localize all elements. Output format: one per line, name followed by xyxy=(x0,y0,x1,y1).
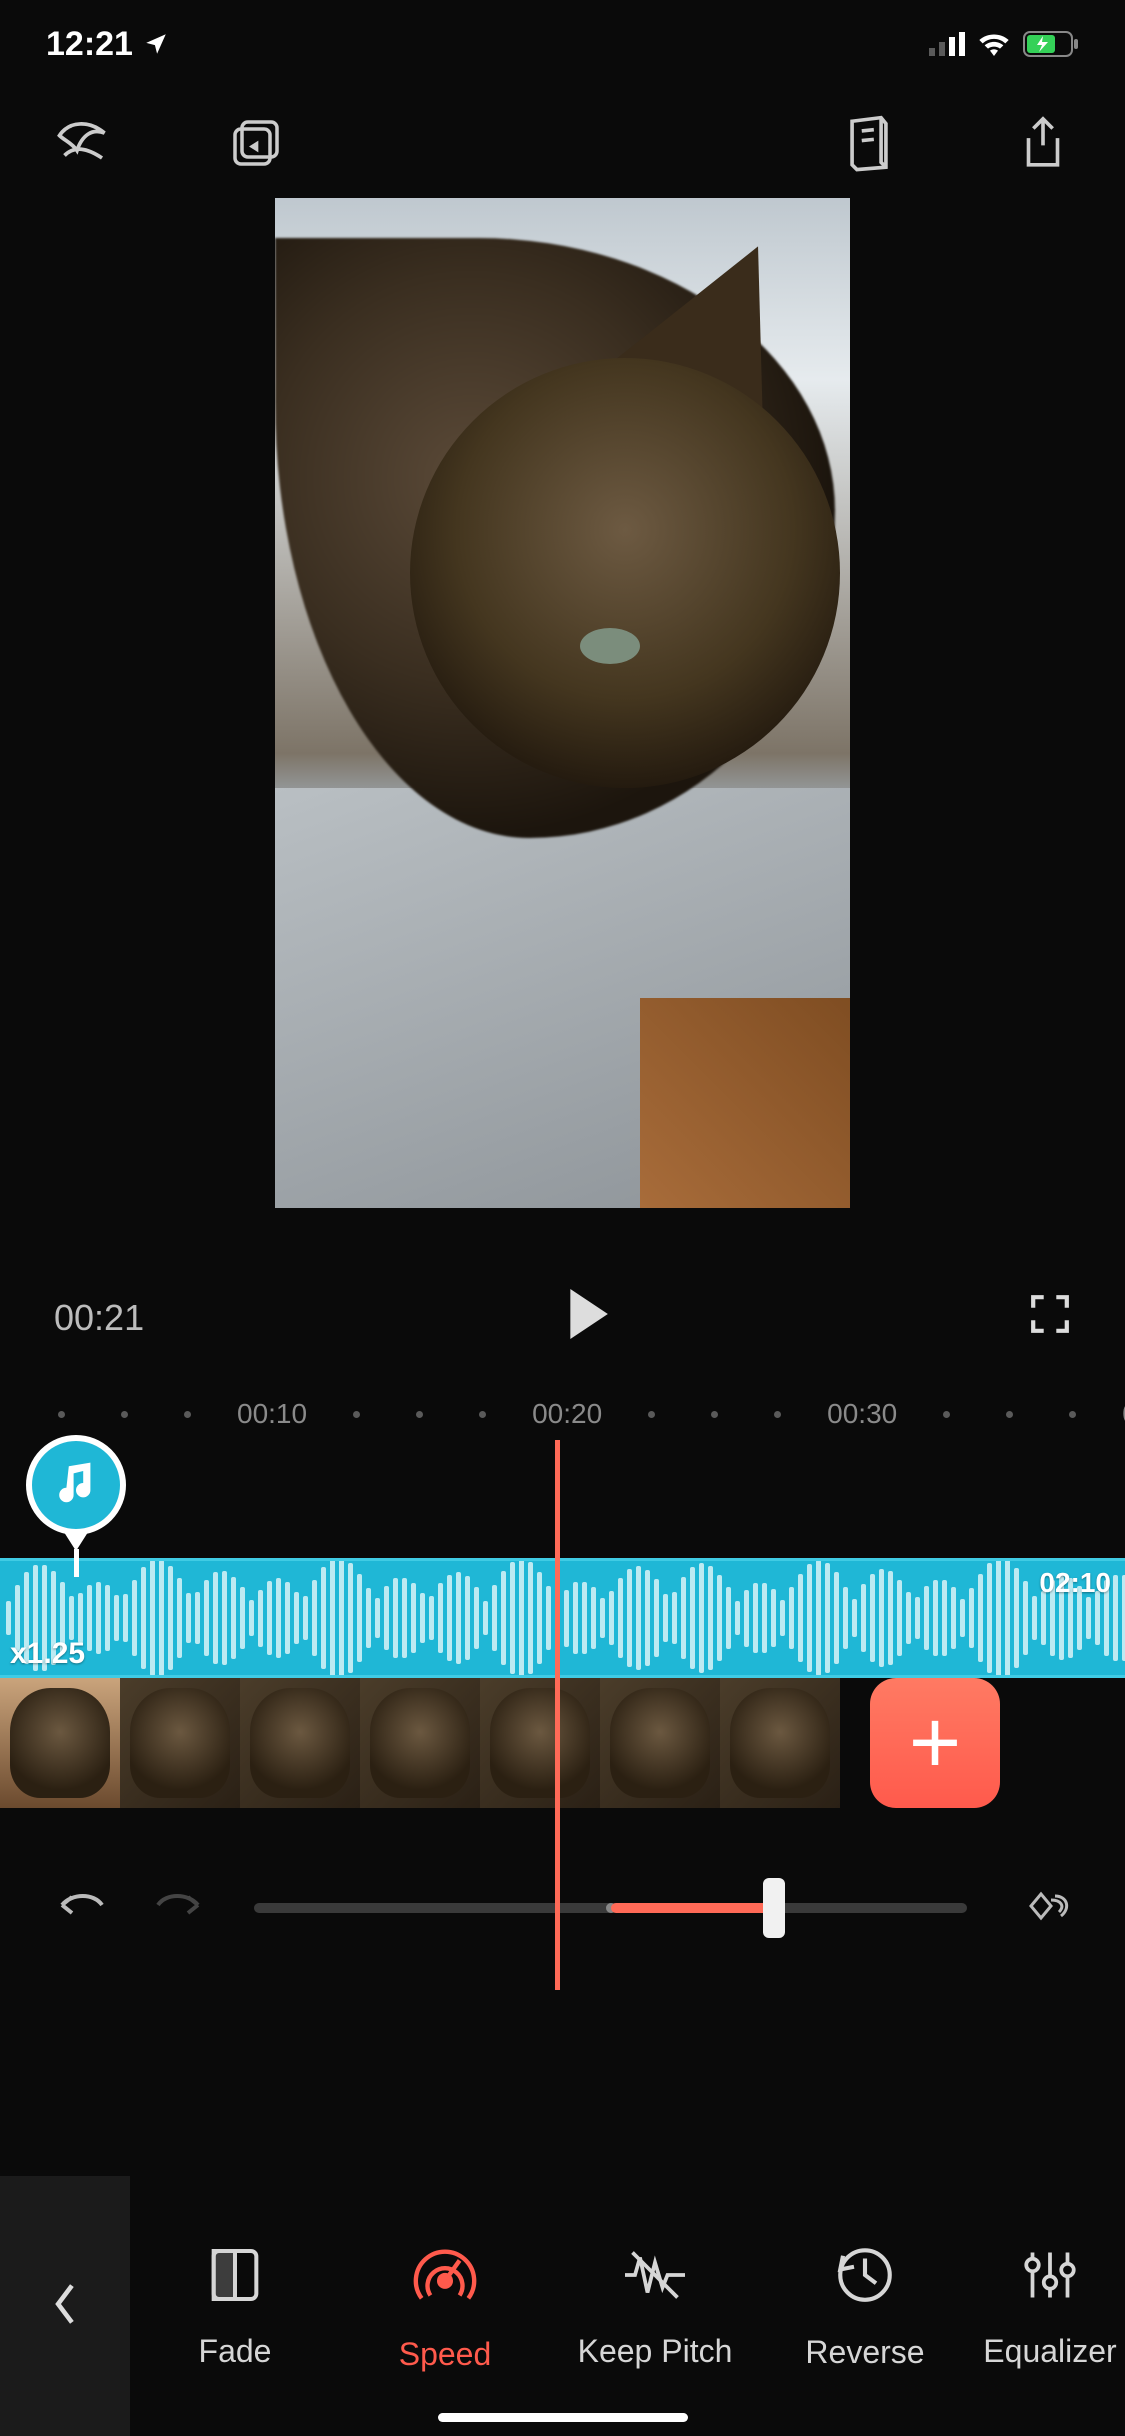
audio-duration-label: 02:10 xyxy=(1039,1567,1111,1599)
timeline-ruler[interactable]: 00:1000:2000:3000:40 xyxy=(0,1398,1125,1448)
battery-charging-icon xyxy=(1023,31,1079,57)
home-indicator[interactable] xyxy=(438,2413,688,2422)
add-clip-button[interactable]: + xyxy=(870,1678,1000,1808)
slider-thumb[interactable] xyxy=(763,1878,785,1938)
audio-track[interactable]: 02:10 x1.25 xyxy=(0,1558,1125,1678)
book-icon[interactable] xyxy=(837,111,901,175)
projects-icon[interactable] xyxy=(224,111,288,175)
keyframe-button[interactable] xyxy=(1015,1884,1071,1933)
video-preview-area xyxy=(0,198,1125,1268)
preview-controls: 00:21 xyxy=(0,1268,1125,1368)
undo-button[interactable] xyxy=(54,1889,106,1928)
bottom-tools: Fade Speed Keep Pitch Reverse xyxy=(0,2176,1125,2436)
music-note-icon xyxy=(52,1459,100,1512)
tool-label: Keep Pitch xyxy=(578,2333,733,2370)
tool-label: Reverse xyxy=(805,2334,924,2371)
video-preview-frame[interactable] xyxy=(275,198,850,1208)
tools-back-button[interactable] xyxy=(0,2176,130,2436)
playhead[interactable] xyxy=(555,1440,560,1990)
status-bar: 12:21 xyxy=(0,0,1125,88)
clip-thumbnail[interactable] xyxy=(600,1678,720,1808)
slider-fill xyxy=(611,1903,782,1913)
tool-speed[interactable]: Speed xyxy=(340,2240,550,2373)
wifi-icon xyxy=(977,32,1011,56)
tool-equalizer[interactable]: Equalizer xyxy=(970,2240,1125,2373)
speed-slider-row xyxy=(0,1868,1125,1948)
redo-button[interactable] xyxy=(154,1889,206,1928)
status-right xyxy=(929,31,1079,57)
status-left: 12:21 xyxy=(46,25,169,64)
tool-label: Fade xyxy=(199,2333,272,2370)
fullscreen-button[interactable] xyxy=(1029,1293,1071,1344)
tool-label: Equalizer xyxy=(983,2333,1116,2370)
clip-row[interactable]: + xyxy=(0,1678,1125,1808)
location-arrow-icon xyxy=(143,31,169,57)
tool-label: Speed xyxy=(399,2336,492,2373)
cellular-signal-icon xyxy=(929,32,965,56)
tool-keep-pitch[interactable]: Keep Pitch xyxy=(550,2240,760,2373)
clip-thumbnail[interactable] xyxy=(360,1678,480,1808)
tool-reverse[interactable]: Reverse xyxy=(760,2240,970,2373)
current-time-label: 00:21 xyxy=(54,1297,144,1339)
tool-list[interactable]: Fade Speed Keep Pitch Reverse xyxy=(130,2240,1125,2373)
clip-thumbnail[interactable] xyxy=(0,1678,120,1808)
clip-thumbnail[interactable] xyxy=(120,1678,240,1808)
clip-thumbnail[interactable] xyxy=(720,1678,840,1808)
chevron-left-icon xyxy=(51,2281,79,2332)
plus-icon: + xyxy=(909,1692,962,1795)
audio-waveform xyxy=(0,1561,1125,1675)
clip-thumbnail[interactable] xyxy=(240,1678,360,1808)
music-marker[interactable] xyxy=(26,1435,126,1555)
top-toolbar xyxy=(0,88,1125,198)
status-time: 12:21 xyxy=(46,25,133,64)
speed-slider[interactable] xyxy=(254,1903,967,1913)
enlight-logo-icon[interactable] xyxy=(50,111,114,175)
play-button[interactable] xyxy=(565,1289,609,1348)
share-icon[interactable] xyxy=(1011,111,1075,175)
clip-thumbnail[interactable] xyxy=(480,1678,600,1808)
tool-fade[interactable]: Fade xyxy=(130,2240,340,2373)
audio-speed-label: x1.25 xyxy=(10,1637,85,1671)
